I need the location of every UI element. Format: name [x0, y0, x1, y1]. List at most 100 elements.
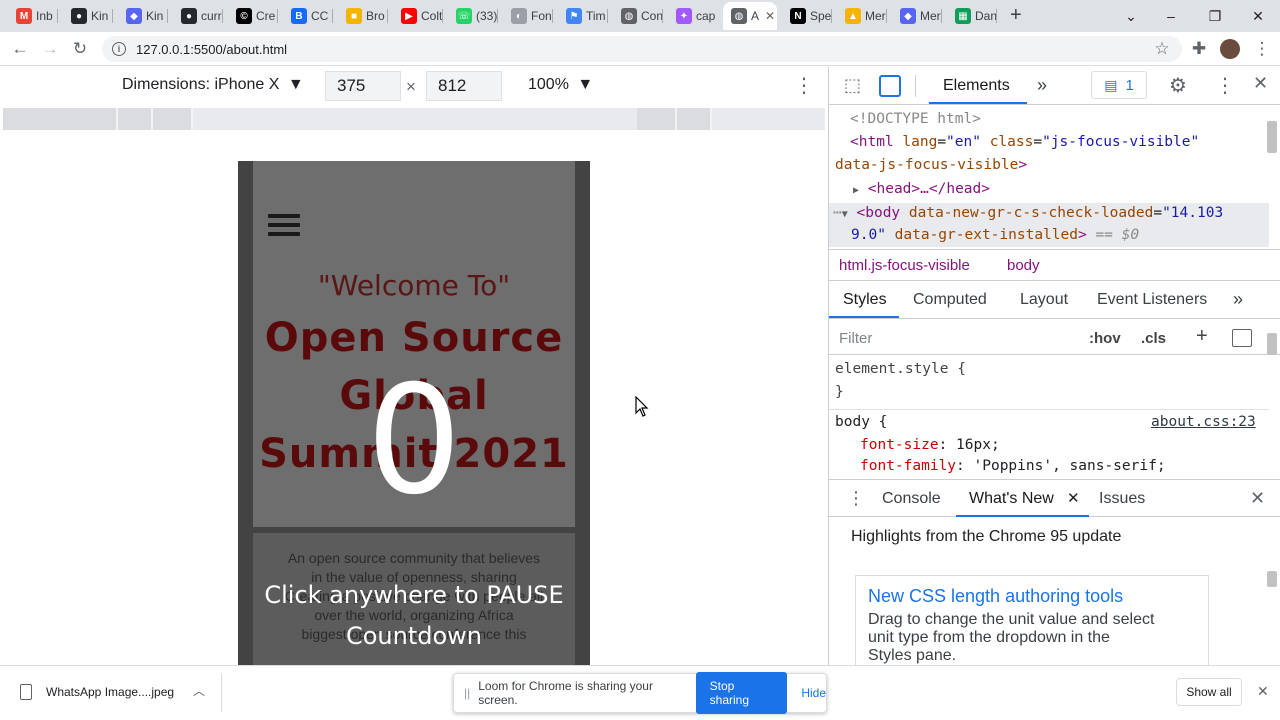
ruler-segment[interactable]: [677, 108, 712, 130]
close-devtools-icon[interactable]: ✕: [1253, 73, 1268, 94]
zoom-select[interactable]: 100% ▼: [528, 76, 593, 94]
browser-tab[interactable]: ■ Bro: [338, 2, 388, 30]
more-options-icon[interactable]: ⋮: [794, 73, 814, 98]
tab-console[interactable]: Console: [882, 490, 941, 508]
hov-toggle[interactable]: :hov: [1089, 330, 1121, 347]
menu-dots-icon[interactable]: ⋮: [1250, 37, 1274, 61]
drawer-scrollbar[interactable]: [1267, 571, 1277, 587]
bookmark-star-icon[interactable]: ☆: [1150, 37, 1174, 61]
cls-toggle[interactable]: .cls: [1141, 330, 1166, 347]
tab-computed[interactable]: Computed: [913, 291, 987, 309]
pause-countdown-message[interactable]: Click anywhere to PAUSE Countdown: [238, 575, 590, 657]
tab-whats-new[interactable]: What's New: [969, 490, 1054, 508]
card-title-link[interactable]: New CSS length authoring tools: [868, 586, 1123, 607]
collapse-triangle-icon[interactable]: ▼: [842, 209, 848, 220]
dom-doctype[interactable]: <!DOCTYPE html>: [850, 111, 981, 127]
more-tabs-icon[interactable]: »: [1037, 75, 1047, 96]
css-declaration[interactable]: font-size: 16px;: [860, 437, 1000, 453]
tab-event-listeners[interactable]: Event Listeners: [1097, 291, 1207, 309]
chevron-up-icon[interactable]: ︿: [193, 682, 205, 699]
browser-tab[interactable]: B CC: [283, 2, 333, 30]
browser-tab[interactable]: ● Kin: [63, 2, 113, 30]
ruler-segment[interactable]: [153, 108, 193, 130]
pause-line: Click anywhere to PAUSE: [264, 581, 564, 609]
width-input[interactable]: 375: [325, 71, 401, 101]
styles-scrollbar[interactable]: [1267, 333, 1277, 355]
body-rule-selector[interactable]: body {: [835, 414, 887, 430]
settings-gear-icon[interactable]: ⚙: [1169, 73, 1187, 98]
close-tab-icon[interactable]: ✕: [1067, 489, 1080, 507]
address-bar[interactable]: i 127.0.0.1:5500/about.html: [102, 36, 1182, 62]
device-screen[interactable]: "Welcome To" Open Source Global Summit 2…: [238, 161, 590, 665]
breadcrumb-body[interactable]: body: [1007, 257, 1040, 274]
dom-html-node[interactable]: <html lang="en" class="js-focus-visible": [850, 134, 1199, 150]
media-query-ruler[interactable]: [3, 108, 825, 130]
breadcrumb-html[interactable]: html.js-focus-visible: [839, 257, 970, 274]
feature-card[interactable]: New CSS length authoring tools Drag to c…: [855, 575, 1209, 665]
browser-tab[interactable]: ◆ Kin: [118, 2, 168, 30]
info-icon[interactable]: i: [112, 42, 126, 56]
drag-handle-icon[interactable]: ||: [464, 686, 470, 700]
ruler-segment[interactable]: [118, 108, 153, 130]
close-drawer-icon[interactable]: ✕: [1250, 488, 1265, 509]
profile-avatar[interactable]: [1218, 37, 1242, 61]
hide-button[interactable]: Hide: [801, 686, 826, 700]
tab-search-icon[interactable]: ⌄: [1109, 0, 1153, 32]
drawer-menu-icon[interactable]: ⋮: [847, 488, 865, 509]
expand-triangle-icon[interactable]: ▶: [853, 185, 859, 196]
tab-separator: [222, 9, 223, 23]
more-tabs-icon[interactable]: »: [1233, 289, 1243, 310]
css-declaration[interactable]: font-family: 'Poppins', sans-serif;: [860, 458, 1166, 474]
rule-source-link[interactable]: about.css:23: [1151, 414, 1256, 430]
browser-tab[interactable]: © Cre: [228, 2, 278, 30]
selected-body-node[interactable]: ⋯▼ <body data-new-gr-c-s-check-loaded="1…: [829, 203, 1269, 247]
browser-tab[interactable]: ▦ Dan: [947, 2, 997, 30]
show-all-button[interactable]: Show all: [1176, 678, 1242, 706]
browser-tab[interactable]: ▶ Colt: [393, 2, 443, 30]
browser-tab[interactable]: N Spe: [782, 2, 832, 30]
more-dots-icon[interactable]: ⋯: [833, 205, 842, 221]
close-window-icon[interactable]: ✕: [1236, 0, 1280, 32]
close-download-bar-icon[interactable]: ✕: [1257, 683, 1269, 700]
restore-window-icon[interactable]: ❐: [1193, 0, 1237, 32]
issues-badge[interactable]: ▤ 1: [1091, 71, 1147, 99]
browser-tab[interactable]: ◍ A ✕: [723, 2, 777, 30]
browser-tab[interactable]: ⚑ Tim: [558, 2, 608, 30]
minimize-window-icon[interactable]: –: [1149, 0, 1193, 32]
dom-head-node[interactable]: ▶ <head>…</head>: [853, 181, 990, 197]
tab-issues[interactable]: Issues: [1099, 490, 1145, 508]
tab-layout[interactable]: Layout: [1020, 291, 1068, 309]
globe-icon: ◍: [621, 8, 637, 24]
tab-styles[interactable]: Styles: [843, 291, 887, 309]
ruler-segment[interactable]: [637, 108, 677, 130]
device-toggle-icon[interactable]: [879, 75, 901, 97]
extensions-icon[interactable]: ✚: [1187, 37, 1211, 61]
close-tab-icon[interactable]: ✕: [765, 9, 775, 23]
forward-arrow-icon[interactable]: →: [38, 37, 62, 61]
devtools-menu-icon[interactable]: ⋮: [1215, 73, 1235, 98]
element-style-selector[interactable]: element.style {: [835, 361, 966, 377]
stop-sharing-button[interactable]: Stop sharing: [695, 672, 788, 714]
browser-tab[interactable]: ✦ cap: [668, 2, 718, 30]
download-file-name[interactable]: WhatsApp Image....jpeg: [46, 685, 174, 699]
hamburger-menu-icon[interactable]: [268, 214, 300, 241]
toggle-sidebar-icon[interactable]: [1232, 329, 1252, 347]
browser-tab[interactable]: ◐ Fon: [503, 2, 553, 30]
browser-tab[interactable]: M Inb: [8, 2, 58, 30]
reload-icon[interactable]: ↻: [68, 37, 92, 61]
styles-filter-input[interactable]: Filter: [833, 324, 1073, 352]
browser-tab[interactable]: ☏ (33): [448, 2, 498, 30]
tab-elements[interactable]: Elements: [943, 77, 1010, 95]
ruler-segment[interactable]: [3, 108, 118, 130]
browser-tab[interactable]: ◍ Con: [613, 2, 663, 30]
browser-tab[interactable]: ● curr: [173, 2, 223, 30]
height-input[interactable]: 812: [426, 71, 502, 101]
back-arrow-icon[interactable]: ←: [8, 37, 32, 61]
browser-tab[interactable]: ◆ Mer: [892, 2, 942, 30]
new-rule-plus-icon[interactable]: +: [1196, 325, 1208, 348]
new-tab-button[interactable]: +: [1010, 4, 1022, 27]
inspect-element-icon[interactable]: ⬚: [844, 75, 861, 96]
dimensions-select[interactable]: Dimensions: iPhone X ▼: [122, 76, 304, 94]
browser-tab[interactable]: ▲ Mer: [837, 2, 887, 30]
dom-scrollbar[interactable]: [1267, 121, 1277, 153]
